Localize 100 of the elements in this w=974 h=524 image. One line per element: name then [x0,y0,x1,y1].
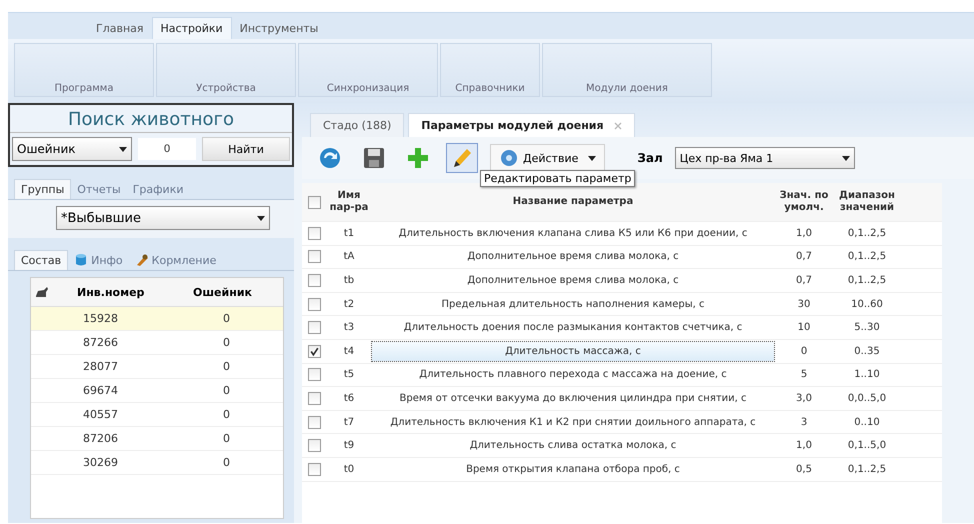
caret-icon [842,156,850,160]
ribbon-group-button[interactable]: Устройства [156,43,296,97]
table-cell-text: 69674 [82,384,119,397]
table-cell-text: t2 [342,298,356,310]
animal-row[interactable]: 15928 0 [31,307,283,331]
table-cell-text: Длительность включения клапана слива К5 или К6 при доении, с [398,228,748,239]
table-cell-text: Время от отсечки вакуума до включения цилиндра при снятии, с [398,392,748,404]
table-cell-text: 0,1..2,5 [846,251,888,262]
column-header: Название параметра [512,196,634,208]
table-cell-text: 0,7 [795,274,813,286]
add-icon [406,146,430,170]
checkbox[interactable] [308,298,320,311]
ribbon-group-button[interactable]: Справочники [440,43,540,97]
feed-icon [134,253,149,267]
action-dropdown[interactable]: Действие [490,144,606,172]
ribbon-group-button[interactable]: Программа [14,43,154,97]
document-tab[interactable]: Параметры модулей доения [408,113,635,137]
table-cell-text: 30 [796,298,812,310]
table-cell-text: 0..10 [853,416,881,428]
close-icon[interactable] [614,122,622,130]
table-cell-text: 0 [222,384,230,397]
caret-icon [588,156,596,160]
hall-label: Зал [637,151,663,165]
table-cell-text: t9 [342,440,356,452]
table-cell-text: 0,7 [795,251,813,262]
panel-tab[interactable]: Инфо [68,250,129,270]
panel-tab[interactable]: Кормление [128,250,222,270]
animal-row[interactable]: 28077 0 [31,355,283,379]
table-cell-text: t3 [342,322,356,334]
table-cell-text: Дополнительное время слива молока, с [466,251,680,262]
checkbox[interactable] [308,392,320,405]
table-cell-text: Длительность плавного перехода с массажа на доение, с [418,369,728,380]
table-cell-text: t1 [342,228,356,239]
animal-row[interactable]: 40557 0 [31,403,283,427]
table-cell-text: 0,0..5,0 [846,392,888,404]
checkbox[interactable] [308,196,320,208]
table-cell-text: 0 [222,336,230,349]
search-type-dropdown[interactable]: Ошейник [12,137,132,161]
table-cell-text: 10..60 [850,298,884,310]
panel-title: Поиск животного [10,105,292,133]
column-header: Имя пар-ра [328,190,370,214]
ribbon-tab[interactable]: Инструменты [232,18,326,39]
table-cell-text: 1..10 [853,369,881,380]
group-dropdown[interactable]: *Выбывшие [56,206,270,230]
table-cell-text: 0 [222,456,230,469]
checkbox[interactable] [308,462,320,476]
table-cell-text: 0 [222,360,230,373]
table-cell-text: 30269 [82,456,119,469]
search-field[interactable]: 0 [138,138,196,160]
animal-row[interactable]: 30269 0 [31,451,283,475]
panel-tab[interactable]: Графики [126,179,190,199]
table-cell-text: 40557 [82,408,119,421]
animal-row[interactable]: 87206 0 [31,427,283,451]
save-icon [362,146,386,170]
table-cell-text: t0 [342,464,356,475]
table-cell-text: 5 [800,369,808,380]
table-cell-text: 5..30 [853,322,881,334]
table-cell-text: t6 [342,392,356,404]
checkbox[interactable] [308,321,320,334]
table-cell-text: 3,0 [795,392,813,404]
column-header: Диапазон значений [838,190,896,214]
tooltip: Редактировать параметр [480,170,636,187]
table-cell-text: t7 [342,416,356,428]
table-cell-text: 0,5 [795,464,813,475]
find-button[interactable]: Найти [202,137,290,161]
table-cell-text: 0 [222,408,230,421]
checkbox[interactable] [308,274,320,287]
checkbox[interactable] [308,344,320,358]
animal-row[interactable]: 69674 0 [31,379,283,403]
table-cell-text: Длительность включения К1 и К2 при снятии доильного аппарата, с [389,416,757,428]
column-header: Ошейник [192,286,252,298]
table-cell-text: 87266 [82,336,119,349]
table-cell-text: Предельная длительность наполнения камеры, с [440,298,706,310]
panel-tab[interactable]: Состав [14,250,68,270]
table-cell-text: Дополнительное время слива молока, с [466,274,680,286]
hall-dropdown[interactable]: Цех пр-ва Яма 1 [674,147,855,169]
table-cell-text: 0 [222,312,230,325]
ribbon-tab[interactable]: Настройки [152,17,232,39]
checkbox[interactable] [308,416,320,429]
ribbon-group-button[interactable]: Синхронизация [298,43,438,97]
panel-tab[interactable]: Отчеты [71,179,127,199]
table-cell-text: tA [342,251,356,262]
table-cell-text: 1,0 [795,440,813,452]
column-header: Знач. по умолч. [778,190,830,214]
table-cell-text: tb [342,274,356,286]
checkbox[interactable] [308,250,320,264]
ribbon-group-button[interactable]: Модули доения [542,43,712,97]
animal-row[interactable]: 87266 0 [31,331,283,355]
table-cell-text: 28077 [82,360,119,373]
table-cell-text: t4 [342,346,356,357]
checkbox[interactable] [308,439,320,452]
table-cell-text: 0,1..2,5 [846,464,888,475]
checkbox[interactable] [308,226,320,240]
table-cell-text: 0,1..5,0 [846,440,888,452]
ribbon-tab[interactable]: Главная [88,18,152,39]
table-cell-text: t5 [342,369,356,380]
table-cell: Длительность массажа, с [372,342,774,361]
document-tab[interactable]: Стадо (188) [310,113,404,137]
panel-tab[interactable]: Группы [14,179,72,199]
checkbox[interactable] [308,368,320,382]
